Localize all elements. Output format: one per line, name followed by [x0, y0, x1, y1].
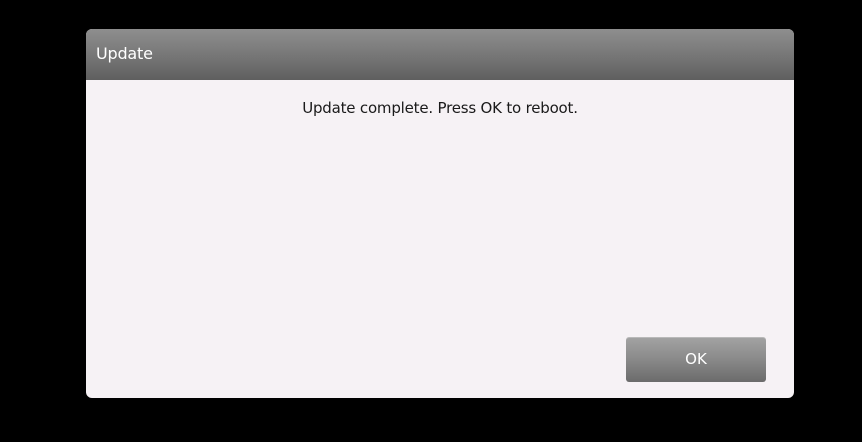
dialog-message: Update complete. Press OK to reboot.	[302, 99, 578, 117]
update-dialog: Update Update complete. Press OK to rebo…	[86, 29, 794, 398]
dialog-titlebar: Update	[86, 29, 794, 80]
dialog-title: Update	[96, 44, 153, 63]
ok-button[interactable]: OK	[626, 337, 766, 382]
screen-background: Update Update complete. Press OK to rebo…	[0, 0, 862, 442]
